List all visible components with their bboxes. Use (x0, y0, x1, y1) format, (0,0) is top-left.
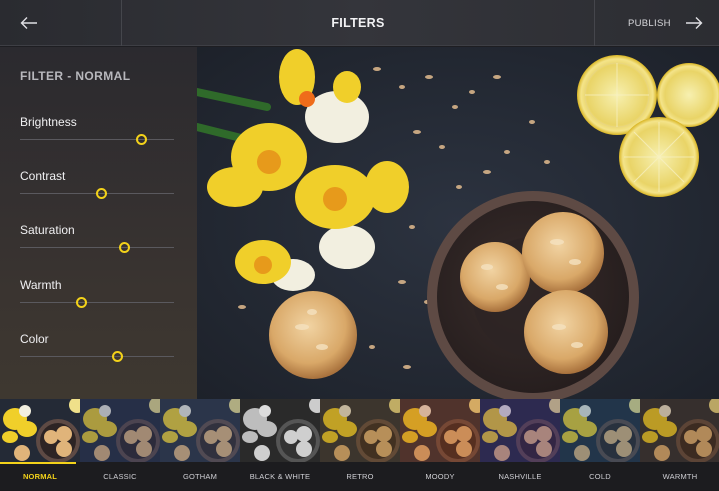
saturation-slider[interactable]: Saturation (20, 223, 174, 253)
filter-label-moody[interactable]: MOODY (400, 462, 480, 490)
color-handle[interactable] (111, 351, 123, 362)
brightness-track[interactable] (20, 139, 174, 140)
filter-strip: NORMAL CLASSIC GOTHAM BLACK & WHITE RETRO MOO… (0, 399, 719, 491)
top-bar: FILTERS PUBLISH (0, 0, 719, 46)
saturation-track[interactable] (20, 247, 174, 248)
contrast-handle[interactable] (96, 188, 108, 199)
filter-label-cold[interactable]: COLD (560, 462, 640, 490)
filter-label-retro[interactable]: RETRO (320, 462, 400, 490)
adjustments-panel: FILTER - NORMAL Brightness Contrast Satura… (0, 47, 197, 399)
photo-preview (197, 47, 719, 399)
warmth-label: Warmth (20, 278, 62, 292)
brightness-slider[interactable]: Brightness (20, 115, 174, 145)
brightness-handle[interactable] (136, 134, 148, 145)
saturation-label: Saturation (20, 223, 75, 237)
filter-thumb-moody[interactable] (400, 399, 480, 462)
arrow-left-icon (20, 17, 37, 29)
filter-label-normal[interactable]: NORMAL (0, 462, 80, 490)
filter-thumb-gotham[interactable] (160, 399, 240, 462)
filter-heading: FILTER - NORMAL (20, 69, 131, 83)
filter-thumb-retro[interactable] (320, 399, 400, 462)
color-label: Color (20, 332, 49, 346)
arrow-right-icon (685, 17, 703, 29)
filter-thumb-black-white[interactable] (240, 399, 320, 462)
color-track[interactable] (20, 356, 174, 357)
publish-button[interactable]: PUBLISH (594, 0, 719, 46)
brightness-label: Brightness (20, 115, 77, 129)
filter-thumb-cold[interactable] (560, 399, 640, 462)
warmth-handle[interactable] (76, 297, 88, 308)
filter-label-classic[interactable]: CLASSIC (80, 462, 160, 490)
filter-label-warmth[interactable]: WARMTH (640, 462, 719, 490)
filter-thumb-nashville[interactable] (480, 399, 560, 462)
contrast-label: Contrast (20, 169, 66, 183)
filter-thumb-normal[interactable] (0, 399, 80, 462)
publish-label: PUBLISH (628, 17, 671, 29)
back-button[interactable] (0, 0, 122, 46)
color-slider[interactable]: Color (20, 332, 174, 362)
filter-label-gotham[interactable]: GOTHAM (160, 462, 240, 490)
filter-thumb-classic[interactable] (80, 399, 160, 462)
page-title: FILTERS (331, 16, 385, 30)
warmth-slider[interactable]: Warmth (20, 278, 174, 308)
filter-label-nashville[interactable]: NASHVILLE (480, 462, 560, 490)
filter-thumb-warmth[interactable] (640, 399, 719, 462)
contrast-slider[interactable]: Contrast (20, 169, 174, 199)
warmth-track[interactable] (20, 302, 174, 303)
filter-label-black-white[interactable]: BLACK & WHITE (240, 462, 320, 490)
saturation-handle[interactable] (119, 242, 131, 253)
